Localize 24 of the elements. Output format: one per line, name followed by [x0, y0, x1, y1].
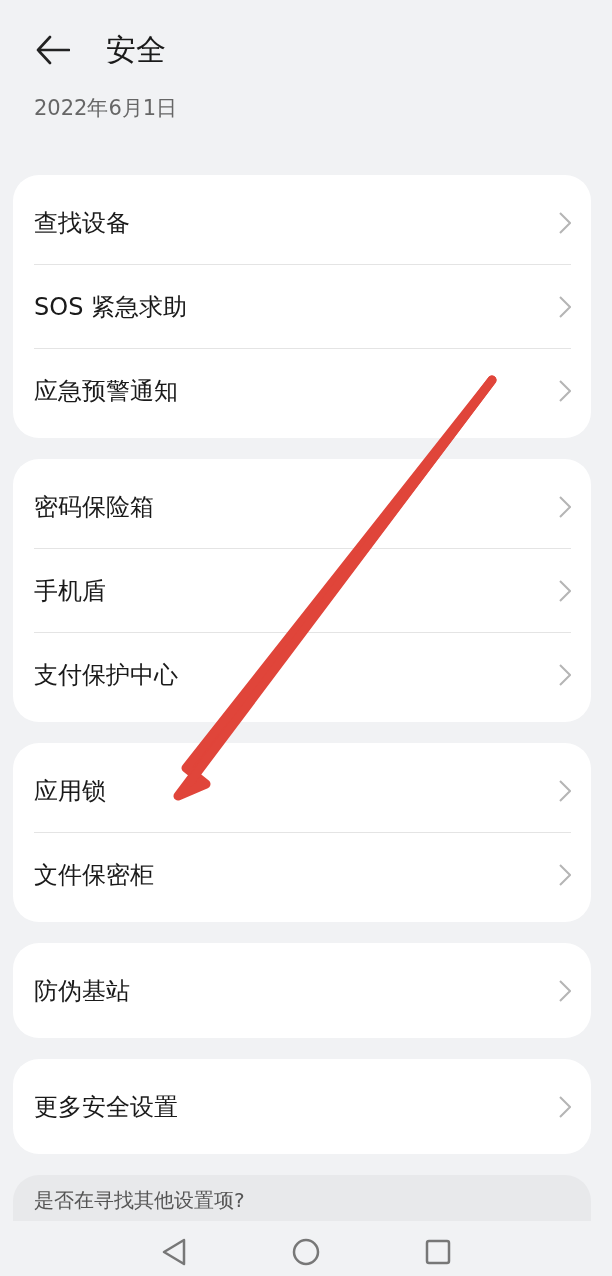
chevron-right-icon	[559, 495, 571, 518]
chevron-right-icon	[559, 579, 571, 602]
settings-item[interactable]: 更多安全设置	[13, 1065, 591, 1148]
chevron-right-icon	[559, 211, 571, 234]
settings-item[interactable]: 应急预警通知	[13, 349, 591, 432]
page-title: 安全	[106, 30, 166, 69]
chevron-right-icon	[559, 779, 571, 802]
chevron-right-icon	[559, 663, 571, 686]
settings-item[interactable]: SOS 紧急求助	[13, 265, 591, 348]
date-text: 2022年6月1日	[34, 95, 179, 122]
chevron-right-icon	[559, 979, 571, 1002]
settings-item[interactable]: 防伪基站	[13, 949, 591, 1032]
settings-item[interactable]: 手机盾	[13, 549, 591, 632]
settings-item[interactable]: 支付保护中心	[13, 633, 591, 716]
settings-item[interactable]: 文件保密柜	[13, 833, 591, 916]
settings-item[interactable]: 应用锁	[13, 749, 591, 832]
settings-item[interactable]: 密码保险箱	[13, 465, 591, 548]
settings-item[interactable]: 查找设备	[13, 181, 591, 264]
suggestion-text: 是否在寻找其他设置项?	[34, 1188, 245, 1212]
chevron-right-icon	[559, 295, 571, 318]
chevron-right-icon	[559, 379, 571, 402]
chevron-right-icon	[559, 1095, 571, 1118]
chevron-right-icon	[559, 863, 571, 886]
home-nav-button[interactable]	[290, 1236, 322, 1268]
